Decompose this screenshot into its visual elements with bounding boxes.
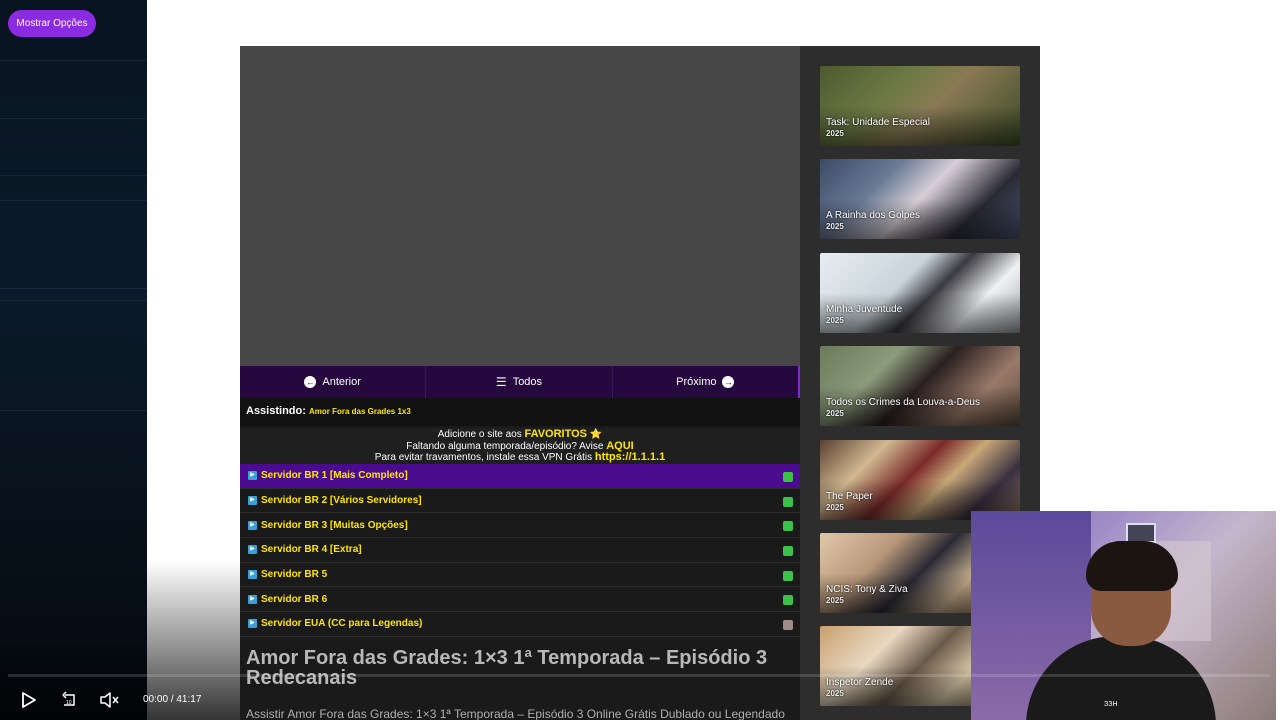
show-title: A Rainha dos Golpes xyxy=(826,210,920,221)
shirt-text: ЗЗН xyxy=(1104,701,1118,708)
play-icon: ▶ xyxy=(248,619,257,629)
show-year: 2025 xyxy=(826,409,844,418)
rewind-10-button[interactable]: 10 xyxy=(59,690,79,710)
svg-text:10: 10 xyxy=(66,700,72,706)
duration: 41:17 xyxy=(176,694,202,705)
show-card[interactable]: The Paper 2025 xyxy=(820,440,1020,520)
time-separator: / xyxy=(170,694,174,705)
all-label: Todos xyxy=(512,376,543,388)
show-options-button[interactable]: Mostrar Opções xyxy=(8,10,96,37)
show-year: 2025 xyxy=(826,596,844,605)
server-item[interactable]: ▶ Servidor BR 4 [Extra] xyxy=(240,538,800,563)
show-title: Task: Unidade Especial xyxy=(826,117,930,128)
server-label: Servidor BR 6 xyxy=(261,593,328,605)
mute-button[interactable] xyxy=(98,690,120,710)
server-status-icon xyxy=(783,546,793,557)
episode-description: Assistir Amor Fora das Grades: 1×3 1ª Te… xyxy=(246,707,785,720)
favorites-link[interactable]: FAVORITOS xyxy=(524,428,587,440)
server-status-icon xyxy=(783,521,793,532)
webcam-picture-frame xyxy=(1126,523,1156,543)
server-item[interactable]: ▶ Servidor BR 1 [Mais Completo] xyxy=(240,464,800,489)
play-icon: ▶ xyxy=(248,594,257,604)
play-icon: ▶ xyxy=(248,545,257,555)
server-label: Servidor BR 5 xyxy=(261,569,328,581)
next-label: Próximo xyxy=(676,376,717,388)
webcam-person-hair xyxy=(1086,541,1178,591)
show-card[interactable]: Minha Juventude 2025 xyxy=(820,253,1020,333)
server-status-icon xyxy=(783,472,793,482)
notice-report-text: Faltando alguma temporada/episódio? Avis… xyxy=(406,440,607,452)
episode-navigation: ← Anterior ☰ Todos Próximo → xyxy=(240,366,800,398)
previous-episode-button[interactable]: ← Anterior xyxy=(240,366,427,398)
server-status-icon xyxy=(783,496,793,507)
show-card[interactable]: Todos os Crimes da Louva-a-Deus 2025 xyxy=(820,346,1020,426)
show-year: 2025 xyxy=(826,129,844,138)
show-year: 2025 xyxy=(826,222,844,231)
server-label: Servidor BR 3 [Muitas Opções] xyxy=(261,519,408,531)
webcam-overlay: ЗЗН xyxy=(971,511,1276,720)
time-display: 00:00 / 41:17 xyxy=(143,694,201,705)
server-status-icon xyxy=(783,570,793,581)
watching-label: Assistindo: xyxy=(246,405,306,417)
report-link[interactable]: AQUI xyxy=(606,440,634,452)
show-card[interactable]: Task: Unidade Especial 2025 xyxy=(820,66,1020,146)
all-episodes-button[interactable]: ☰ Todos xyxy=(426,366,613,398)
play-icon: ▶ xyxy=(248,570,257,580)
vpn-link[interactable]: https://1.1.1.1 xyxy=(595,451,665,463)
server-item[interactable]: ▶ Servidor BR 2 [Vários Servidores] xyxy=(240,488,800,514)
embedded-player[interactable] xyxy=(240,46,800,366)
episode-title: Amor Fora das Grades: 1×3 1ª Temporada –… xyxy=(246,647,768,689)
server-label: Servidor BR 1 [Mais Completo] xyxy=(261,470,408,482)
now-watching-bar: Assistindo: Amor Fora das Grades 1x3 xyxy=(240,398,800,426)
server-label: Servidor BR 4 [Extra] xyxy=(261,544,362,556)
play-button[interactable] xyxy=(18,690,38,710)
show-year: 2025 xyxy=(826,316,844,325)
play-icon: ▶ xyxy=(248,496,257,506)
server-item[interactable]: ▶ Servidor BR 6 xyxy=(240,587,800,613)
show-title: Inspetor Zende xyxy=(826,677,894,688)
notice-vpn-text: Para evitar travamentos, instale essa VP… xyxy=(374,452,595,463)
show-title: Minha Juventude xyxy=(826,304,903,315)
server-item[interactable]: ▶ Servidor EUA (CC para Legendas) xyxy=(240,612,800,637)
show-card[interactable]: A Rainha dos Golpes 2025 xyxy=(820,159,1020,239)
list-icon: ☰ xyxy=(495,375,507,389)
show-title: Todos os Crimes da Louva-a-Deus xyxy=(826,397,980,408)
arrow-left-icon: ← xyxy=(304,376,317,388)
server-status-icon xyxy=(783,595,793,606)
next-episode-button[interactable]: Próximo → xyxy=(613,366,798,398)
server-list: ▶ Servidor BR 1 [Mais Completo] ▶ Servid… xyxy=(240,464,800,637)
show-year: 2025 xyxy=(826,503,844,512)
star-icon: ⭐ xyxy=(589,429,603,440)
video-progress-bar[interactable] xyxy=(8,674,1270,677)
notice-favorites-text: Adicione o site aos xyxy=(437,429,525,440)
previous-label: Anterior xyxy=(322,376,361,388)
server-label: Servidor BR 2 [Vários Servidores] xyxy=(261,495,422,507)
show-title: NCIS: Tony & Ziva xyxy=(826,584,908,595)
server-item[interactable]: ▶ Servidor BR 3 [Muitas Opções] xyxy=(240,513,800,539)
server-status-icon xyxy=(783,620,793,631)
watching-episode: Amor Fora das Grades 1x3 xyxy=(308,407,411,416)
arrow-right-icon: → xyxy=(722,376,735,388)
show-year: 2025 xyxy=(826,689,844,698)
website-content: ← Anterior ☰ Todos Próximo → Assistindo:… xyxy=(240,46,1040,720)
site-notice: Adicione o site aos FAVORITOS ⭐ Faltando… xyxy=(240,428,800,464)
play-icon: ▶ xyxy=(248,471,257,481)
show-title: The Paper xyxy=(826,491,873,502)
play-icon: ▶ xyxy=(248,520,257,530)
server-item[interactable]: ▶ Servidor BR 5 xyxy=(240,562,800,588)
video-background-strip xyxy=(0,0,147,720)
server-label: Servidor EUA (CC para Legendas) xyxy=(261,618,423,630)
current-time: 00:00 xyxy=(143,694,169,705)
